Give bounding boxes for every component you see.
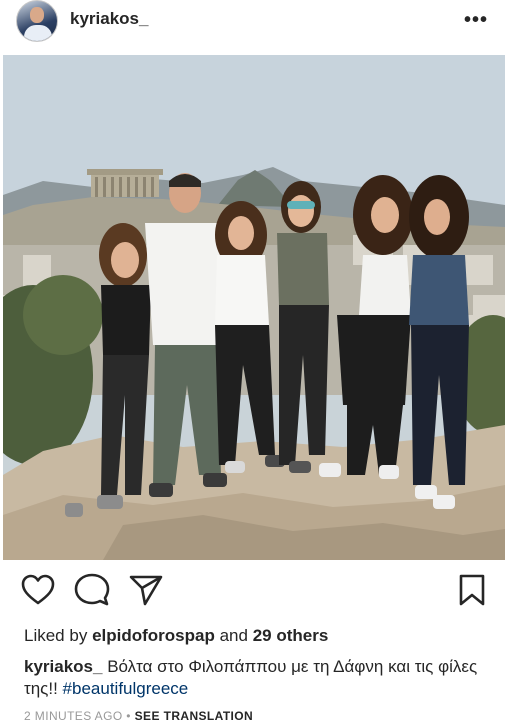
likes-prefix: Liked by <box>24 626 88 645</box>
avatar-shirt <box>24 25 52 41</box>
avatar-face <box>30 7 44 23</box>
see-translation-link[interactable]: SEE TRANSLATION <box>135 709 253 720</box>
post-actions <box>0 572 508 616</box>
photo-scene <box>3 55 505 560</box>
caption-username[interactable]: kyriakos_ <box>24 657 102 676</box>
caption-hashtag[interactable]: #beautifulgreece <box>63 679 189 698</box>
post-username[interactable]: kyriakos_ <box>70 9 148 29</box>
post-header: kyriakos_ ••• <box>0 0 508 44</box>
post-meta: 2 MINUTES AGO • SEE TRANSLATION <box>24 709 253 720</box>
heart-icon[interactable] <box>20 572 56 608</box>
post-timestamp: 2 MINUTES AGO <box>24 709 123 720</box>
likes-others-link[interactable]: 29 others <box>253 626 329 645</box>
post-caption: kyriakos_ Βόλτα στο Φιλοπάππου με τη Δάφ… <box>24 656 494 700</box>
likes-connector: and <box>219 626 248 645</box>
avatar[interactable] <box>16 0 58 42</box>
paper-plane-icon[interactable] <box>128 572 164 608</box>
post-photo[interactable] <box>3 55 505 560</box>
more-options-icon[interactable]: ••• <box>464 10 488 30</box>
comment-icon[interactable] <box>74 572 110 608</box>
bookmark-icon[interactable] <box>454 572 490 608</box>
meta-separator: • <box>126 709 131 720</box>
likes-summary[interactable]: Liked by elpidoforospap and 29 others <box>24 626 328 646</box>
likes-user-link[interactable]: elpidoforospap <box>92 626 215 645</box>
